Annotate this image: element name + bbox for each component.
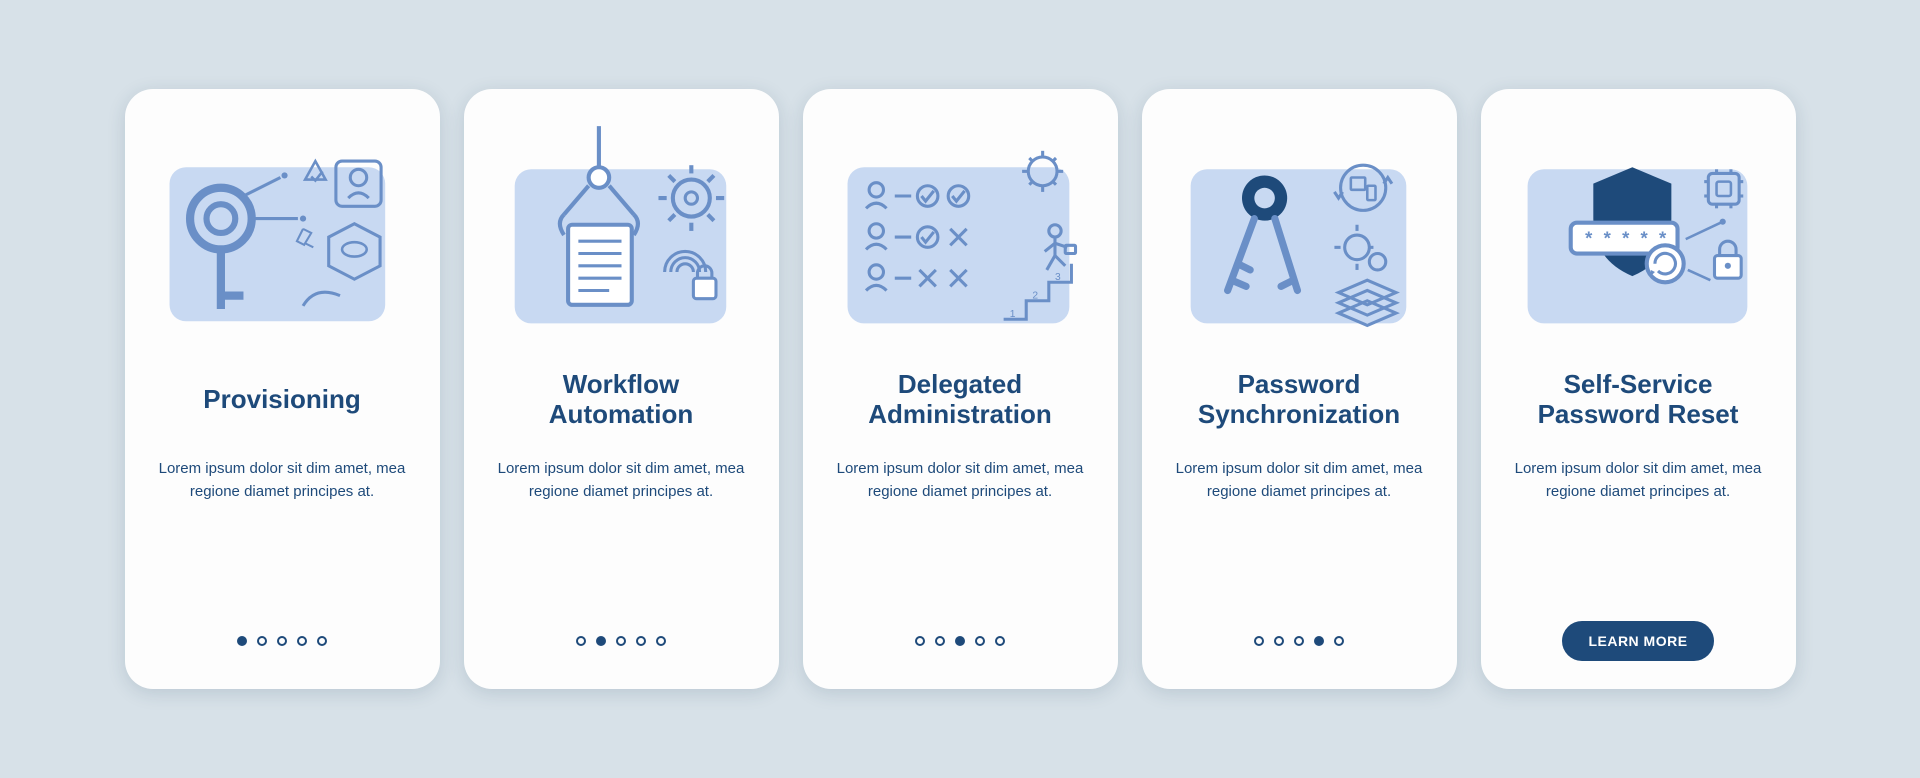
page-dot[interactable]: [616, 636, 626, 646]
password-synchronization-illustration: [1166, 119, 1433, 349]
onboarding-card: Password Synchronization Lorem ipsum dol…: [1142, 89, 1457, 689]
card-title: Delegated Administration: [868, 367, 1051, 433]
svg-text:*: *: [1603, 227, 1611, 248]
onboarding-card: * * * * *: [1481, 89, 1796, 689]
provisioning-illustration: [149, 119, 416, 349]
card-footer: LEARN MORE: [1505, 621, 1772, 661]
card-footer: [488, 621, 755, 661]
page-dot[interactable]: [935, 636, 945, 646]
card-title: Workflow Automation: [549, 367, 693, 433]
card-title: Self-Service Password Reset: [1538, 367, 1739, 433]
svg-text:*: *: [1585, 227, 1593, 248]
svg-text:1: 1: [1009, 309, 1015, 320]
page-dot[interactable]: [975, 636, 985, 646]
page-dot[interactable]: [1274, 636, 1284, 646]
card-description: Lorem ipsum dolor sit dim amet, mea regi…: [1166, 457, 1433, 504]
onboarding-card: Provisioning Lorem ipsum dolor sit dim a…: [125, 89, 440, 689]
page-dot[interactable]: [596, 636, 606, 646]
page-dot[interactable]: [576, 636, 586, 646]
page-dot[interactable]: [1314, 636, 1324, 646]
page-dot[interactable]: [1254, 636, 1264, 646]
card-footer: [827, 621, 1094, 661]
card-description: Lorem ipsum dolor sit dim amet, mea regi…: [149, 457, 416, 504]
page-dot[interactable]: [995, 636, 1005, 646]
page-dots: [576, 636, 666, 646]
card-description: Lorem ipsum dolor sit dim amet, mea regi…: [827, 457, 1094, 504]
page-dots: [237, 636, 327, 646]
card-description: Lorem ipsum dolor sit dim amet, mea regi…: [1505, 457, 1772, 504]
workflow-automation-illustration: [488, 119, 755, 349]
page-dot[interactable]: [955, 636, 965, 646]
page-dot[interactable]: [636, 636, 646, 646]
page-dot[interactable]: [257, 636, 267, 646]
page-dots: [915, 636, 1005, 646]
card-footer: [1166, 621, 1433, 661]
card-title: Provisioning: [203, 367, 360, 433]
page-dot[interactable]: [297, 636, 307, 646]
learn-more-button[interactable]: LEARN MORE: [1562, 621, 1713, 661]
card-footer: [149, 621, 416, 661]
svg-text:2: 2: [1032, 291, 1038, 302]
card-description: Lorem ipsum dolor sit dim amet, mea regi…: [488, 457, 755, 504]
card-title: Password Synchronization: [1198, 367, 1400, 433]
page-dot[interactable]: [277, 636, 287, 646]
page-dot[interactable]: [915, 636, 925, 646]
self-service-password-reset-illustration: * * * * *: [1505, 119, 1772, 349]
page-dot[interactable]: [1294, 636, 1304, 646]
svg-text:3: 3: [1054, 272, 1060, 283]
svg-text:*: *: [1622, 227, 1630, 248]
page-dots: [1254, 636, 1344, 646]
page-dot[interactable]: [1334, 636, 1344, 646]
page-dot[interactable]: [317, 636, 327, 646]
page-dot[interactable]: [656, 636, 666, 646]
onboarding-card: 1 2 3 Delegated Administration Lorem ips…: [803, 89, 1118, 689]
page-dot[interactable]: [237, 636, 247, 646]
onboarding-card: Workflow Automation Lorem ipsum dolor si…: [464, 89, 779, 689]
delegated-administration-illustration: 1 2 3: [827, 119, 1094, 349]
svg-text:*: *: [1640, 227, 1648, 248]
